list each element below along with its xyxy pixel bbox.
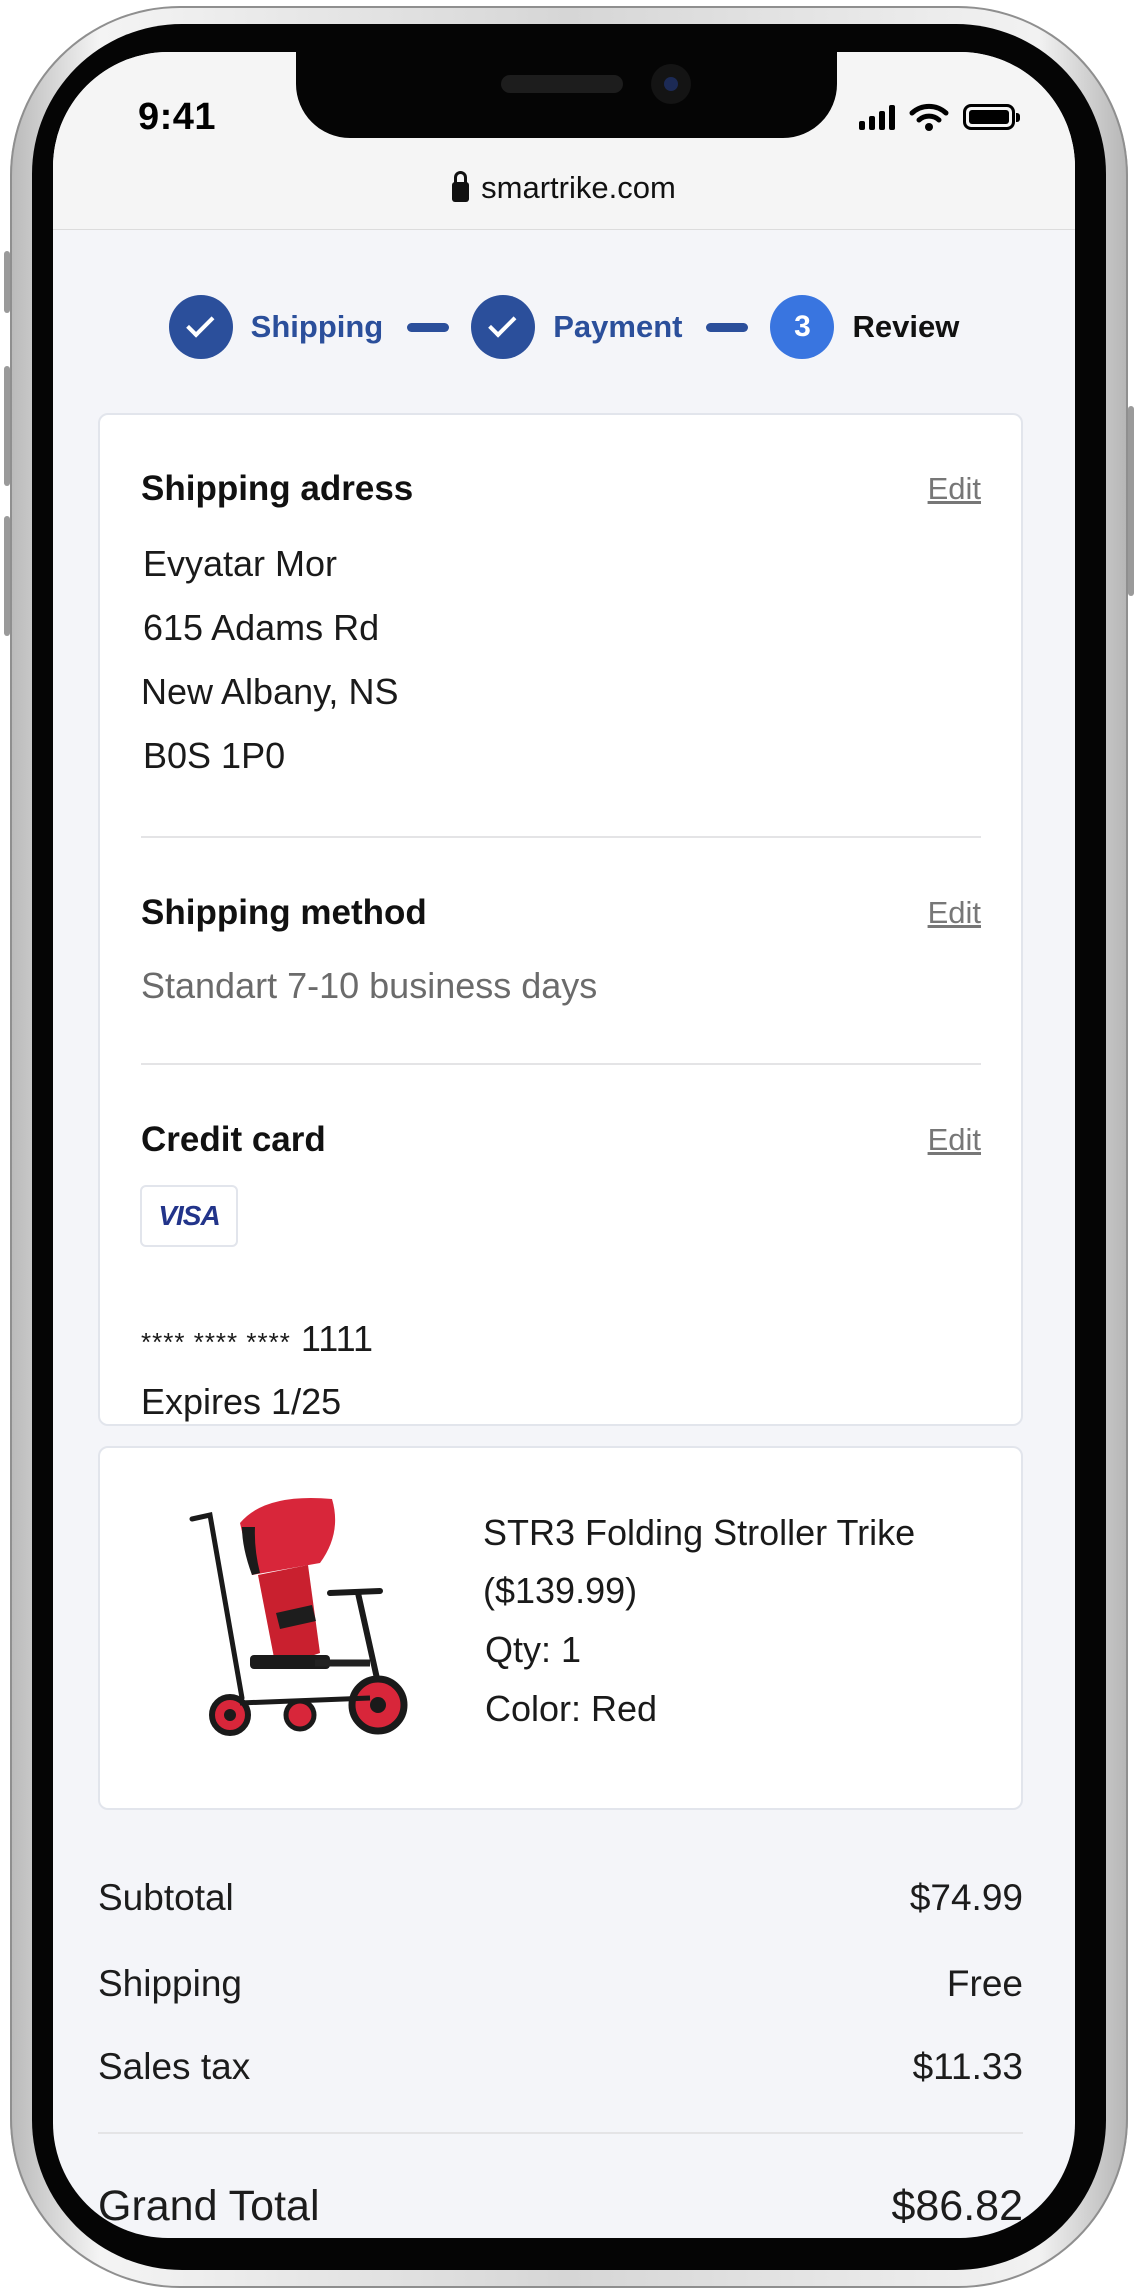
front-camera [651,64,691,104]
status-icons [859,102,1020,132]
check-icon [488,309,517,338]
section-divider [141,836,981,838]
sales-tax-label: Sales tax [98,2046,251,2087]
card-number: **** **** **** 1111 [141,1318,373,1360]
power-button [1128,406,1134,596]
address-line: Evyatar Mor [143,543,338,584]
shipping-method-value: Standart 7-10 business days [141,965,598,1006]
visa-card-icon: VISA [140,1185,238,1247]
card-last-four: 1111 [300,1318,373,1359]
mute-switch [4,251,10,313]
volume-up-button [4,366,10,486]
subtotal-label: Subtotal [98,1877,234,1918]
sales-tax-row: Sales tax $11.33 [98,2046,1023,2088]
step-label: Payment [553,309,683,344]
card-expiry: Expires 1/25 [141,1381,342,1422]
sales-tax-value: $11.33 [912,2046,1023,2087]
card-brand: VISA [158,1200,220,1231]
product-card: STR3 Folding Stroller Trike ($139.99) Qt… [98,1446,1023,1810]
step-connector [407,322,450,332]
shipping-cost-label: Shipping [98,1963,243,2004]
step-complete-check [471,295,536,359]
step-label: Review [852,309,960,344]
edit-credit-card-link[interactable]: Edit [928,1122,981,1158]
shipping-method-title: Shipping method [141,893,427,932]
section-divider [141,1063,981,1065]
speaker-grille [501,75,623,93]
check-icon [185,309,215,338]
shipping-cost-row: Shipping Free [98,1963,1023,2005]
shipping-cost-value: Free [946,1963,1023,2004]
step-shipping[interactable]: Shipping [168,295,384,359]
step-connector [706,322,749,332]
subtotal-value: $74.99 [909,1877,1023,1918]
step-number: 3 [770,295,835,359]
battery-icon [963,104,1020,130]
checkout-stepper: Shipping Payment 3 Review [53,295,1075,359]
grand-total-label: Grand Total [98,2182,320,2230]
address-bar[interactable]: smartrike.com [53,170,1075,206]
status-time: 9:41 [138,96,217,138]
step-complete-check [168,295,233,359]
totals-divider [98,2132,1023,2134]
address-line: B0S 1P0 [143,735,286,776]
subtotal-row: Subtotal $74.99 [98,1877,1023,1919]
step-review: 3 Review [770,295,959,359]
address-line: New Albany, NS [141,671,399,712]
notch [296,52,837,138]
volume-down-button [4,516,10,636]
screen: 9:41 smartrike.com Shipping Payment 3 Re… [53,52,1075,2238]
credit-card-title: Credit card [141,1120,326,1159]
step-payment[interactable]: Payment [471,295,682,359]
product-name: STR3 Folding Stroller Trike [483,1512,916,1553]
shipping-address-title: Shipping adress [141,469,414,508]
card-number-mask: **** **** **** [141,1327,291,1357]
url-text: smartrike.com [481,170,676,205]
edit-shipping-method-link[interactable]: Edit [928,895,981,931]
wifi-icon [909,103,949,131]
address-line: 615 Adams Rd [143,607,380,648]
lock-icon [452,171,470,202]
product-quantity: Qty: 1 [485,1629,582,1670]
tricycle-image [189,1498,408,1736]
product-price: ($139.99) [483,1570,638,1611]
order-summary-card: Shipping adress Edit Evyatar Mor 615 Ada… [98,413,1023,1426]
step-label: Shipping [250,309,384,344]
cellular-signal-icon [859,104,895,130]
grand-total-value: $86.82 [891,2182,1023,2230]
product-color: Color: Red [485,1688,658,1729]
grand-total-row: Grand Total $86.82 [98,2182,1023,2231]
edit-shipping-address-link[interactable]: Edit [928,471,981,507]
